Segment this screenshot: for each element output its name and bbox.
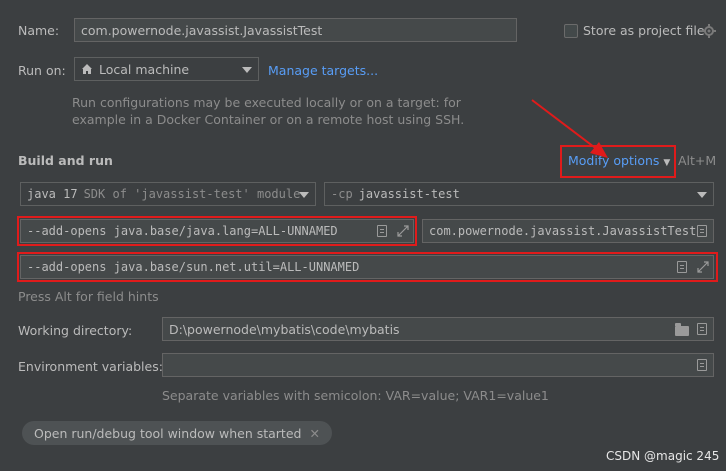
jdk-sub: SDK of 'javassist-test' module [83,187,301,201]
run-on-select[interactable]: Local machine [74,57,259,81]
chevron-down-icon [697,192,707,198]
run-on-description-2: example in a Docker Container or on a re… [72,112,465,127]
document-icon[interactable] [697,323,707,335]
env-vars-label: Environment variables: [18,359,163,374]
classpath-select[interactable]: -cp javassist-test [324,182,714,206]
document-icon[interactable] [697,225,707,237]
run-on-selected: Local machine [99,61,190,77]
chevron-down-icon [242,67,252,73]
name-input-value: com.powernode.javassist.JavassistTest [81,22,323,38]
name-label: Name: [18,23,59,38]
run-on-description-1: Run configurations may be executed local… [72,95,461,110]
main-class-input[interactable]: com.powernode.javassist.JavassistTest [422,219,714,243]
jdk-main: java 17 [27,187,78,201]
manage-targets-link[interactable]: Manage targets... [268,63,378,78]
name-input[interactable]: com.powernode.javassist.JavassistTest [74,18,517,42]
cp-value: javassist-test [358,187,460,201]
annotation-box-args [17,252,718,282]
cp-prefix: -cp [331,187,353,201]
gear-icon[interactable] [702,24,716,38]
field-hint: Press Alt for field hints [18,289,159,304]
main-class-value: com.powernode.javassist.JavassistTest [429,224,697,238]
annotation-box-vm [17,216,417,246]
open-tool-window-option[interactable]: Open run/debug tool window when started … [22,421,332,445]
env-vars-input[interactable] [162,353,714,377]
jdk-select[interactable]: java 17 SDK of 'javassist-test' module [20,182,316,206]
open-tool-window-label: Open run/debug tool window when started [34,425,302,441]
document-icon[interactable] [697,359,707,371]
annotation-arrow [531,99,608,158]
home-icon [82,64,92,74]
working-dir-input[interactable]: D:\powernode\mybatis\code\mybatis [162,317,714,341]
run-on-label: Run on: [18,63,66,78]
working-dir-label: Working directory: [18,323,133,338]
folder-icon[interactable] [675,323,689,336]
store-label: Store as project file [583,23,705,38]
modify-options-shortcut: Alt+M [678,153,717,168]
build-run-title: Build and run [18,153,113,168]
name-label-text: Name: [18,23,60,38]
chevron-down-icon [299,192,309,198]
close-icon[interactable]: ✕ [309,426,319,441]
store-checkbox-icon[interactable] [564,24,578,38]
env-vars-hint: Separate variables with semicolon: VAR=v… [162,388,549,403]
watermark: CSDN @magic 245 [606,449,720,463]
working-dir-value: D:\powernode\mybatis\code\mybatis [169,321,400,337]
